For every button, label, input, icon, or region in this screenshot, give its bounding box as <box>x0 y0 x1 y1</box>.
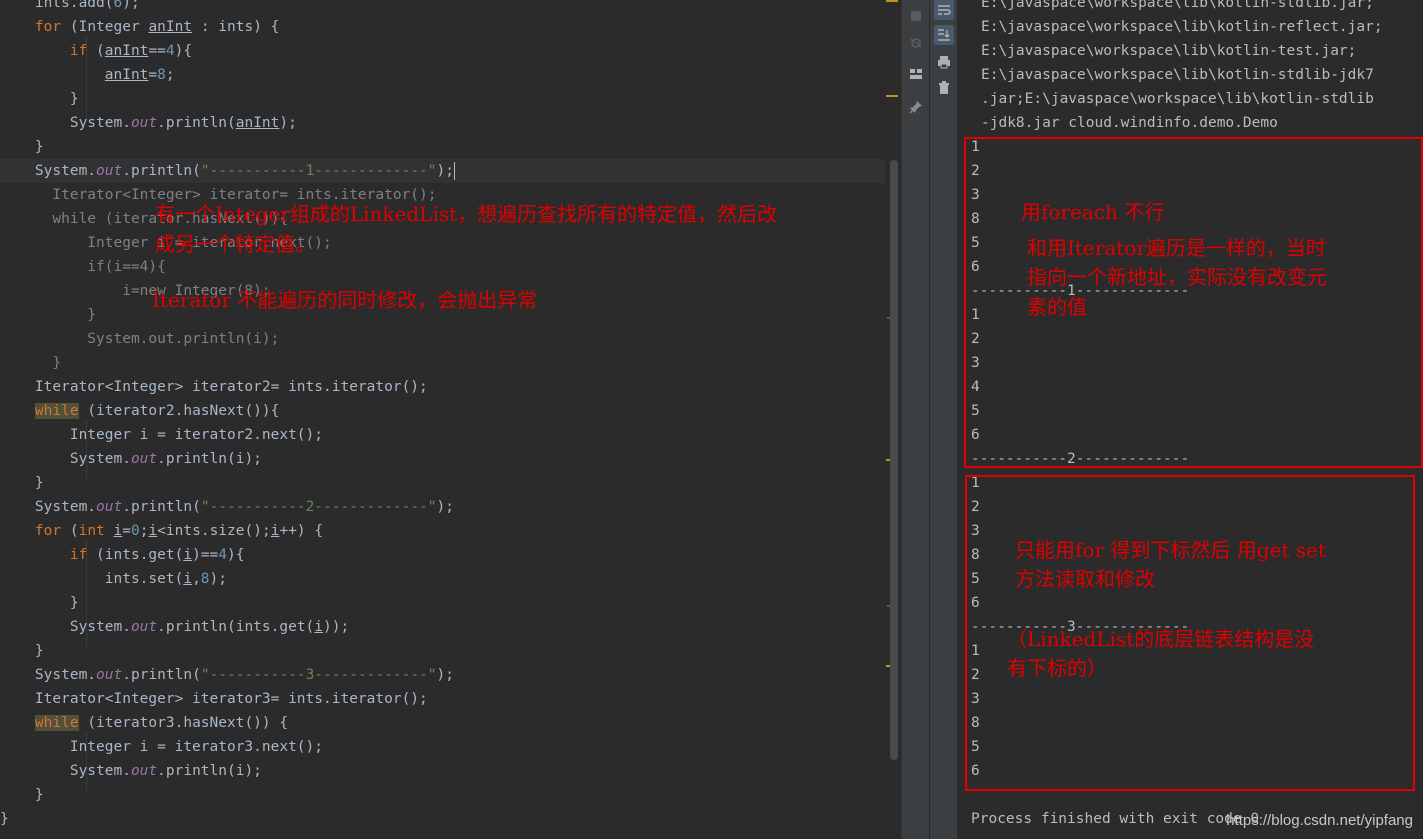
pin-icon[interactable] <box>906 97 926 117</box>
code-line: while (iterator2.hasNext()){ <box>34 403 280 419</box>
debug-icon[interactable] <box>906 32 926 52</box>
code-line: } <box>0 139 44 155</box>
run-toolbar-right <box>929 0 957 839</box>
console-classpath-line: E:\javaspace\workspace\lib\kotlin-reflec… <box>981 19 1383 35</box>
soft-wrap-icon[interactable] <box>934 0 954 20</box>
layout-icon[interactable] <box>906 64 926 84</box>
annotation-note: 和用Iterator遍历是一样的，当时 <box>1027 236 1326 260</box>
annotation-note: 成另一个特定值。 <box>155 232 315 256</box>
trash-icon[interactable] <box>934 78 954 98</box>
console-classpath-line: -jdk8.jar cloud.windinfo.demo.Demo <box>981 115 1278 131</box>
code-line: for (Integer anInt : ints) { <box>34 19 280 35</box>
code-line: } <box>0 595 79 611</box>
code-line: Integer i = iterator3.next(); <box>0 739 324 755</box>
process-finished-line: Process finished with exit code 0 <box>971 811 1260 827</box>
code-line: ints.add(6); <box>0 0 140 11</box>
code-line: System.out.println("-----------1--------… <box>0 162 455 180</box>
annotation-note: 有一个Integer组成的LinkedList，想遍历查找所有的特定值，然后改 <box>155 202 778 226</box>
annotation-note: （LinkedList的底层链表结构是没 <box>1007 627 1315 651</box>
code-line: ints.set(i,8); <box>0 571 227 587</box>
warning-marker[interactable] <box>886 0 898 2</box>
console-classpath-line: E:\javaspace\workspace\lib\kotlin-test.j… <box>981 43 1357 59</box>
annotation-note: 用foreach 不行 <box>1021 200 1165 224</box>
code-line: System.out.println("-----------2--------… <box>0 499 454 515</box>
annotation-note: 有下标的） <box>1007 656 1107 680</box>
code-line: if (anInt==4){ <box>69 43 193 59</box>
code-line: } <box>0 355 62 371</box>
code-line: Integer i = iterator2.next(); <box>0 427 324 443</box>
print-icon[interactable] <box>934 52 954 72</box>
annotation-note: 素的值 <box>1027 295 1087 319</box>
code-line: System.out.println(anInt); <box>0 115 297 131</box>
code-line: System.out.println(i); <box>0 331 280 347</box>
annotation-note: 方法读取和修改 <box>1015 567 1155 591</box>
code-line: System.out.println(ints.get(i)); <box>0 619 350 635</box>
warning-marker[interactable] <box>886 95 898 97</box>
code-editor[interactable]: ints.add(6); for (Integer anInt : ints) … <box>0 0 901 839</box>
code-line: System.out.println("-----------3--------… <box>0 667 454 683</box>
annotation-note: Iterator 不能遍历的同时修改，会抛出异常 <box>152 288 538 312</box>
code-line: } <box>0 91 79 107</box>
console-classpath-line: E:\javaspace\workspace\lib\kotlin-stdlib… <box>981 0 1374 11</box>
code-line: while (iterator3.hasNext()) { <box>34 715 289 731</box>
code-line: if(i==4){ <box>0 259 166 275</box>
code-line: } <box>0 475 44 491</box>
console-classpath-line: .jar;E:\javaspace\workspace\lib\kotlin-s… <box>981 91 1374 107</box>
scroll-to-end-icon[interactable] <box>934 25 954 45</box>
stop-icon[interactable] <box>906 6 926 26</box>
watermark: https://blog.csdn.net/yipfang <box>1226 812 1413 829</box>
code-line: Iterator<Integer> iterator2= ints.iterat… <box>0 379 428 395</box>
text-caret <box>453 162 455 180</box>
code-line: Iterator<Integer> iterator3= ints.iterat… <box>0 691 428 707</box>
code-line: System.out.println(i); <box>0 451 262 467</box>
code-line: } <box>0 643 44 659</box>
code-line: } <box>0 307 97 323</box>
annotation-note: 只能用for 得到下标然后 用get set <box>1015 538 1326 562</box>
code-line: } <box>0 811 9 827</box>
code-line: if (ints.get(i)==4){ <box>69 547 245 563</box>
code-line: anInt=8; <box>104 67 175 83</box>
code-line: System.out.println(i); <box>0 763 262 779</box>
code-line: for (int i=0;i<ints.size();i++) { <box>34 523 324 539</box>
run-toolbar-left <box>901 0 929 839</box>
console-output[interactable]: E:\javaspace\workspace\lib\kotlin-stdlib… <box>957 0 1423 839</box>
code-line: } <box>0 787 44 803</box>
editor-scrollbar-thumb[interactable] <box>890 160 898 760</box>
console-classpath-line: E:\javaspace\workspace\lib\kotlin-stdlib… <box>981 67 1374 83</box>
annotation-note: 指向一个新地址，实际没有改变元 <box>1027 265 1327 289</box>
